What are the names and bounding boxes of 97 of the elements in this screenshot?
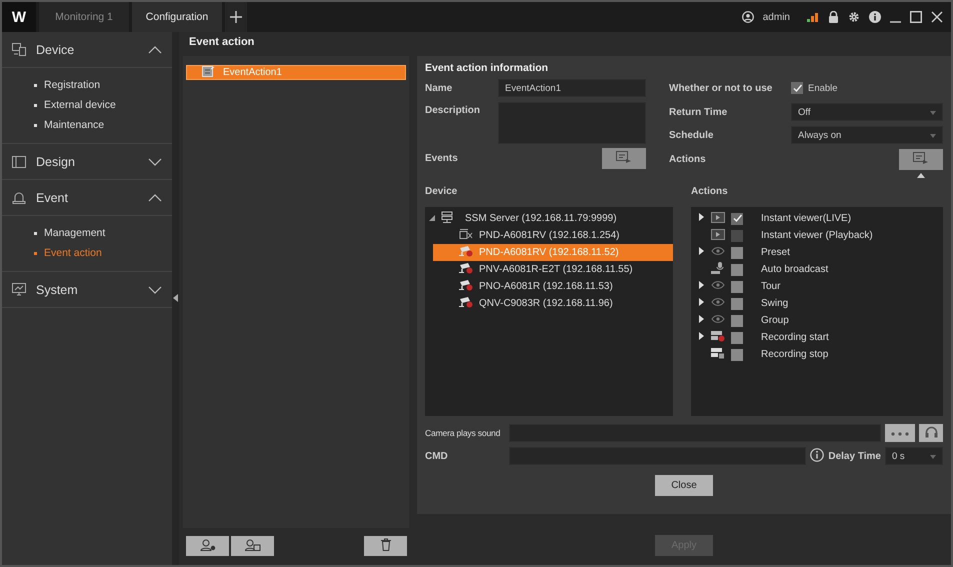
viewer-icon [711,228,725,242]
checkbox[interactable] [731,298,743,310]
expand-arrow-icon[interactable] [698,213,704,224]
person-icon [244,538,260,554]
section-icon [12,156,26,168]
schedule-dropdown[interactable]: Always on [791,126,943,144]
eye-icon [711,298,725,309]
tree-row[interactable]: PNO-A6081R (192.168.11.53) [433,278,673,295]
sidebar-item[interactable]: Registration [32,75,172,95]
person-icon [200,538,216,554]
eye-icon [711,281,725,292]
tree-row[interactable]: PND-A6081RV (192.168.1.254) [433,227,673,244]
list-arrow-icon [616,151,632,166]
eye-icon [711,315,725,326]
checkbox[interactable] [731,246,743,258]
checkbox[interactable] [731,314,743,326]
expand-arrow-icon[interactable] [698,247,704,258]
field-label: Description [425,104,482,116]
tab[interactable]: Monitoring 1 [39,2,129,32]
headset-icon [924,426,938,440]
maximize-icon[interactable] [910,11,922,23]
sidebar-item[interactable]: Event action [32,243,172,263]
expand-arrow-icon[interactable] [698,298,704,309]
collapse-chevron-icon[interactable] [148,46,162,54]
viewer-icon [711,212,725,226]
collapse-icon[interactable] [429,213,435,224]
section-title: Actions [691,186,729,197]
action-label: Swing [761,298,788,309]
actions-button[interactable] [899,149,943,170]
copy-button[interactable] [231,536,274,556]
list-arrow-icon [913,152,929,167]
app-logo: W [2,2,36,32]
return-time-dropdown[interactable]: Off [791,103,943,121]
expand-arrow-icon[interactable] [698,281,704,292]
field-label: Actions [669,154,707,165]
section-icon [12,43,26,56]
lock-icon[interactable] [828,11,839,23]
add-button[interactable] [186,536,229,556]
checkbox[interactable] [731,280,743,292]
field-label: Return Time [669,106,728,118]
server-icon [441,211,453,226]
field-label: CMD [425,450,449,462]
tree-row[interactable]: QNV-C9083R (192.168.11.96) [433,295,673,312]
field-label: Whether or not to use [669,82,774,94]
events-button[interactable] [602,148,646,169]
section-icon [12,191,26,204]
add-tab-icon[interactable] [225,2,247,32]
field-label: Delay Time [828,450,881,462]
field-label: Camera plays sound [425,428,502,438]
panel-title: Event action [188,35,256,50]
section-title: Device [425,186,458,197]
sidebar-item[interactable]: Maintenance [32,115,172,135]
expand-arrow-icon[interactable] [698,332,704,343]
expand-chevron-icon[interactable] [148,286,162,294]
trash-icon [380,538,390,554]
action-label: Group [761,315,789,326]
action-label: Recording stop [761,349,828,360]
delete-button[interactable] [364,536,407,556]
info-icon[interactable] [869,11,881,23]
close-button[interactable]: Close [655,475,713,496]
checkbox[interactable] [731,212,743,224]
event-action-icon [202,66,215,80]
field-label: Name [425,82,454,94]
checkbox[interactable] [731,332,743,344]
section-title: Event action information [425,62,550,75]
section-icon [12,283,26,296]
action-label: Recording start [761,332,829,343]
checkbox[interactable] [731,264,743,276]
user-icon [742,11,754,23]
close-icon[interactable] [931,11,943,23]
sidebar-item[interactable]: External device [32,95,172,115]
action-label: Preset [761,247,790,258]
info-icon [810,448,824,464]
action-label: Instant viewer (Playback) [761,230,873,241]
action-label: Tour [761,281,780,292]
field-label: Events [425,153,459,164]
name-field[interactable]: EventAction1 [498,79,646,97]
headset-button[interactable] [919,424,943,442]
checkbox[interactable] [731,348,743,360]
checkbox-label: Enable [808,82,838,94]
field-label: Schedule [669,130,714,140]
action-label: Auto broadcast [761,264,828,275]
action-label: Instant viewer(LIVE) [761,213,852,224]
expand-chevron-icon[interactable] [148,158,162,166]
settings-icon[interactable] [848,11,860,23]
tree-row[interactable]: SSM Server (192.168.11.79:9999) [425,210,673,227]
delay-dropdown[interactable]: 0 s [885,447,943,465]
signal-icon [807,12,819,22]
tab[interactable]: Configuration [132,2,222,32]
collapse-chevron-icon[interactable] [148,194,162,202]
expand-arrow-icon[interactable] [698,315,704,326]
sidebar-item[interactable]: Management [32,223,172,243]
checkbox[interactable] [791,82,803,94]
eye-icon [711,247,725,258]
user-name: admin [762,12,790,22]
tree-row[interactable]: PNV-A6081R-E2T (192.168.11.55) [433,261,673,278]
browse-button[interactable] [885,424,915,442]
